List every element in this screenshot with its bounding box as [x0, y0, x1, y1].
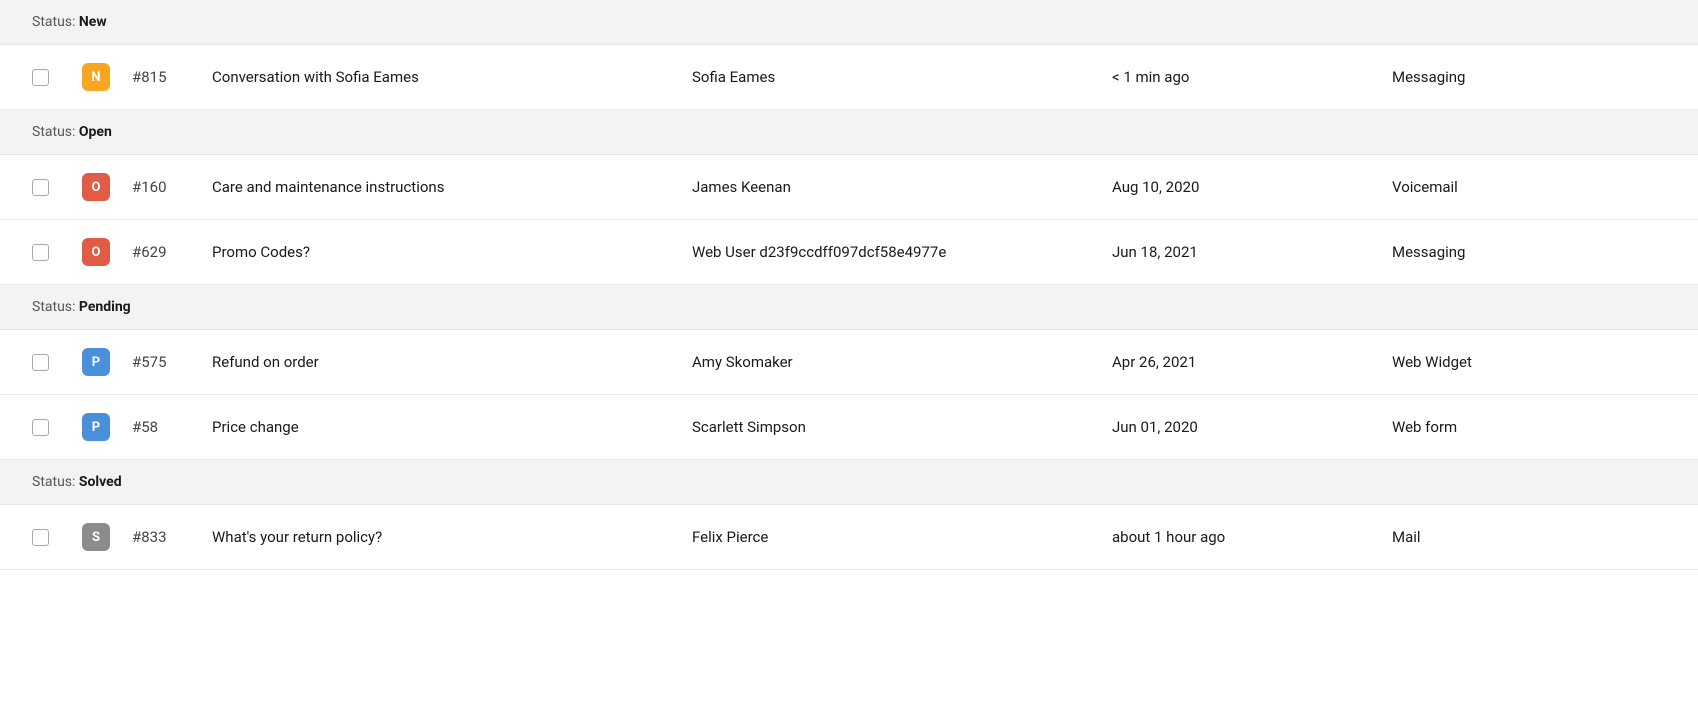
- ticket-channel: Mail: [1392, 528, 1666, 546]
- row-checkbox[interactable]: [32, 419, 49, 436]
- checkbox-cell: [32, 244, 82, 261]
- table-row[interactable]: O #160 Care and maintenance instructions…: [0, 155, 1698, 220]
- status-header-solved: Status: Solved: [0, 460, 1698, 505]
- ticket-id: #58: [132, 418, 212, 436]
- ticket-contact[interactable]: James Keenan: [692, 178, 1112, 196]
- conversations-table: Status: New N #815 Conversation with Sof…: [0, 0, 1698, 720]
- status-label-prefix: Status:: [32, 14, 79, 30]
- status-header-pending: Status: Pending: [0, 285, 1698, 330]
- ticket-time: Aug 10, 2020: [1112, 178, 1392, 196]
- status-badge-pending: P: [82, 413, 110, 441]
- status-label-prefix: Status:: [32, 474, 79, 490]
- checkbox-cell: [32, 354, 82, 371]
- ticket-title[interactable]: What's your return policy?: [212, 528, 692, 546]
- table-row[interactable]: P #575 Refund on order Amy Skomaker Apr …: [0, 330, 1698, 395]
- ticket-id: #815: [132, 68, 212, 86]
- badge-cell: O: [82, 238, 132, 266]
- table-row[interactable]: P #58 Price change Scarlett Simpson Jun …: [0, 395, 1698, 460]
- table-row[interactable]: N #815 Conversation with Sofia Eames Sof…: [0, 45, 1698, 110]
- ticket-id: #575: [132, 353, 212, 371]
- ticket-channel: Voicemail: [1392, 178, 1666, 196]
- row-checkbox[interactable]: [32, 529, 49, 546]
- ticket-time: Jun 18, 2021: [1112, 243, 1392, 261]
- ticket-title[interactable]: Promo Codes?: [212, 243, 692, 261]
- ticket-contact[interactable]: Felix Pierce: [692, 528, 1112, 546]
- ticket-title[interactable]: Price change: [212, 418, 692, 436]
- badge-cell: P: [82, 413, 132, 441]
- row-checkbox[interactable]: [32, 179, 49, 196]
- table-row[interactable]: S #833 What's your return policy? Felix …: [0, 505, 1698, 570]
- status-label-prefix: Status:: [32, 299, 79, 315]
- badge-cell: O: [82, 173, 132, 201]
- ticket-channel: Messaging: [1392, 68, 1666, 86]
- table-row[interactable]: O #629 Promo Codes? Web User d23f9ccdff0…: [0, 220, 1698, 285]
- ticket-time: about 1 hour ago: [1112, 528, 1392, 546]
- ticket-channel: Web Widget: [1392, 353, 1666, 371]
- status-value: New: [79, 14, 107, 30]
- status-badge-open: O: [82, 238, 110, 266]
- row-checkbox[interactable]: [32, 354, 49, 371]
- ticket-id: #160: [132, 178, 212, 196]
- status-header-open: Status: Open: [0, 110, 1698, 155]
- ticket-id: #833: [132, 528, 212, 546]
- checkbox-cell: [32, 69, 82, 86]
- ticket-time: Apr 26, 2021: [1112, 353, 1392, 371]
- ticket-time: < 1 min ago: [1112, 68, 1392, 86]
- ticket-channel: Web form: [1392, 418, 1666, 436]
- ticket-channel: Messaging: [1392, 243, 1666, 261]
- status-badge-pending: P: [82, 348, 110, 376]
- badge-cell: S: [82, 523, 132, 551]
- checkbox-cell: [32, 179, 82, 196]
- checkbox-cell: [32, 529, 82, 546]
- ticket-title[interactable]: Conversation with Sofia Eames: [212, 68, 692, 86]
- ticket-contact[interactable]: Sofia Eames: [692, 68, 1112, 86]
- status-value: Open: [79, 124, 112, 140]
- row-checkbox[interactable]: [32, 244, 49, 261]
- badge-cell: N: [82, 63, 132, 91]
- checkbox-cell: [32, 419, 82, 436]
- status-header-new: Status: New: [0, 0, 1698, 45]
- ticket-id: #629: [132, 243, 212, 261]
- status-value: Pending: [79, 299, 131, 315]
- status-badge-solved: S: [82, 523, 110, 551]
- status-value: Solved: [79, 474, 122, 490]
- ticket-contact[interactable]: Amy Skomaker: [692, 353, 1112, 371]
- status-badge-new: N: [82, 63, 110, 91]
- status-badge-open: O: [82, 173, 110, 201]
- row-checkbox[interactable]: [32, 69, 49, 86]
- ticket-title[interactable]: Care and maintenance instructions: [212, 178, 692, 196]
- ticket-title[interactable]: Refund on order: [212, 353, 692, 371]
- badge-cell: P: [82, 348, 132, 376]
- ticket-contact[interactable]: Scarlett Simpson: [692, 418, 1112, 436]
- status-label-prefix: Status:: [32, 124, 79, 140]
- ticket-time: Jun 01, 2020: [1112, 418, 1392, 436]
- ticket-contact[interactable]: Web User d23f9ccdff097dcf58e4977e: [692, 243, 1112, 261]
